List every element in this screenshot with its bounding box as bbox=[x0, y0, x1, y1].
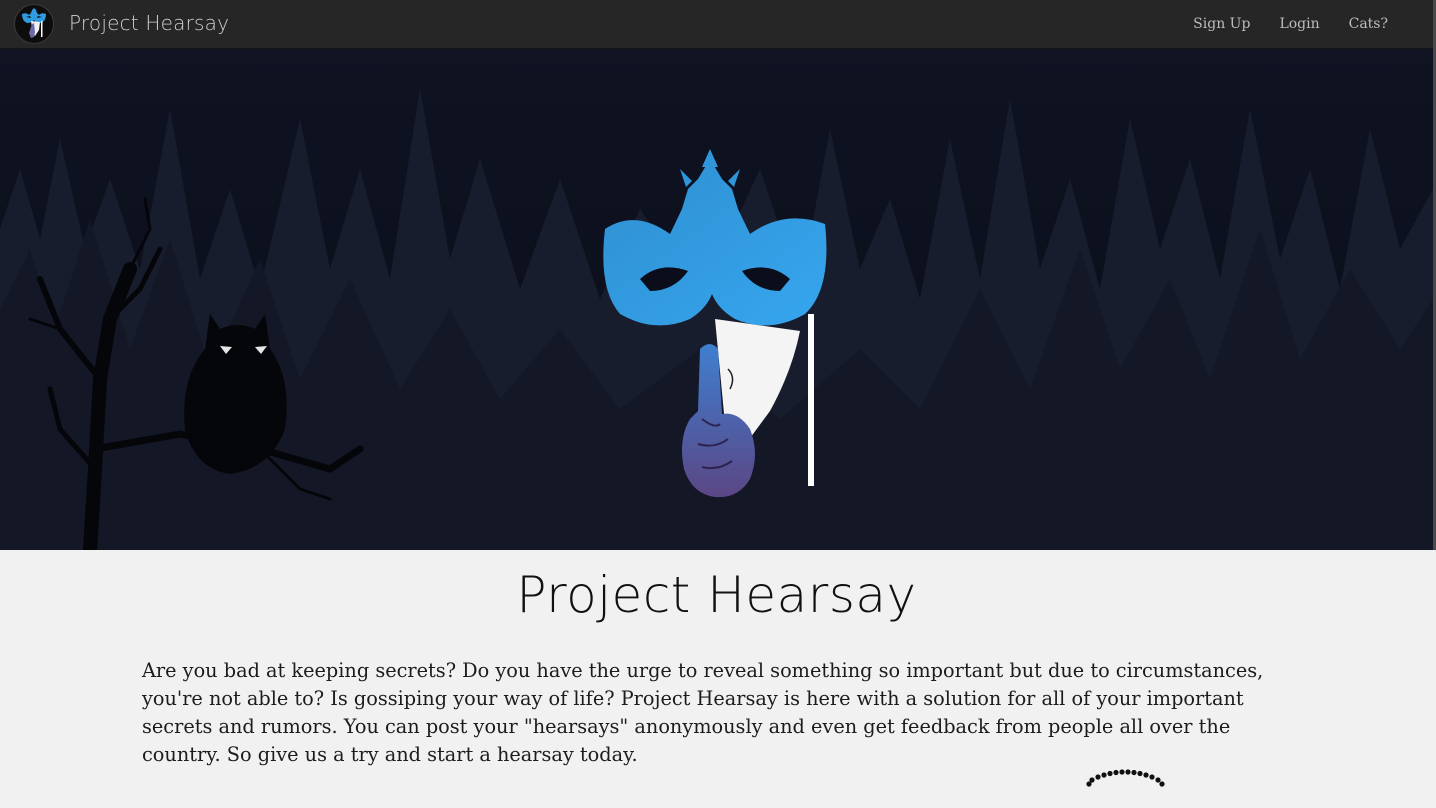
masquerade-mask-shush-icon bbox=[603, 149, 827, 498]
brand-title[interactable]: Project Hearsay bbox=[69, 11, 229, 35]
intro-paragraph: Are you bad at keeping secrets? Do you h… bbox=[142, 659, 1264, 766]
nav-login-link[interactable]: Login bbox=[1279, 16, 1319, 32]
nav-signup-link[interactable]: Sign Up bbox=[1193, 16, 1250, 32]
nav-cats-link[interactable]: Cats? bbox=[1349, 16, 1388, 32]
page-title: Project Hearsay bbox=[516, 566, 917, 624]
brand-logo-icon[interactable] bbox=[14, 4, 54, 44]
navbar: Project Hearsay Sign Up Login Cats? bbox=[0, 0, 1436, 49]
hero-banner bbox=[0, 49, 1433, 550]
loading-spinner-icon bbox=[1086, 769, 1165, 787]
nav-links: Sign Up Login Cats? bbox=[1193, 16, 1388, 32]
main-content: Project Hearsay Are you bad at keeping s… bbox=[0, 550, 1436, 787]
